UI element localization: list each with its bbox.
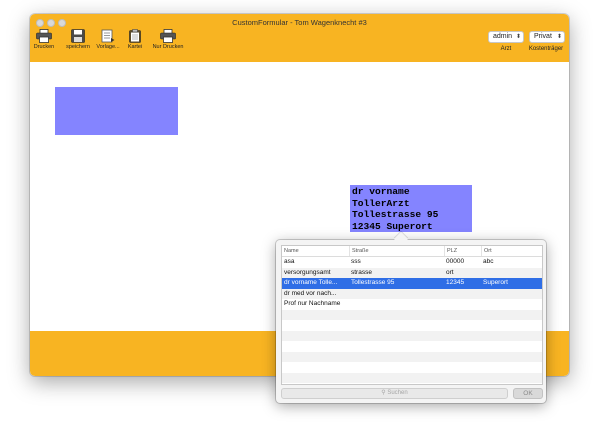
address-line-2: TollerArzt [352, 197, 410, 209]
table-row[interactable] [282, 362, 542, 373]
table-row[interactable] [282, 320, 542, 331]
print-button[interactable]: Drucken [33, 29, 55, 50]
table-body: asa sss 00000 abc versorgungsamt strasse ort dr… [282, 257, 542, 383]
stepper-arrows-icon: ⬍ [556, 34, 562, 40]
cell-plz: ort [446, 268, 454, 276]
cell-plz: 00000 [446, 258, 465, 265]
table-header: Name Straße PLZ Ort [282, 246, 542, 257]
save-disk-icon [71, 29, 85, 43]
table-row[interactable]: dr med vor nach... [282, 288, 542, 299]
template-label: Vorlage... [96, 44, 120, 50]
save-label: speichern [66, 44, 90, 50]
kostentraeger-select[interactable]: Privat ⬍ [529, 31, 565, 43]
cell-plz: 12345 [446, 279, 465, 286]
cell-ort: abc [483, 258, 494, 265]
address-line-1: dr vorname [352, 186, 410, 197]
address-table: Name Straße PLZ Ort asa sss 00000 abc versor… [281, 245, 543, 385]
table-row[interactable] [282, 372, 542, 383]
address-line-4: 12345 Superort [352, 220, 433, 232]
cell-strasse: sss [351, 258, 361, 265]
kostentraeger-label: Kostenträger [528, 46, 564, 52]
template-icon [101, 29, 115, 43]
form-field-box[interactable] [55, 87, 178, 135]
save-button[interactable]: speichern [63, 29, 93, 50]
column-header-plz[interactable]: PLZ [444, 246, 481, 256]
arzt-select[interactable]: admin ⬍ [488, 31, 524, 43]
address-field[interactable]: dr vorname TollerArzt Tollestrasse 95 12… [350, 185, 472, 232]
cell-ort: Superort [483, 279, 508, 286]
cell-name: Prof nur Nachname [284, 300, 341, 307]
table-row[interactable]: dr vorname Tolle... Tollestrasse 95 12345 S… [282, 278, 542, 289]
column-header-strasse[interactable]: Straße [349, 246, 444, 256]
search-placeholder: Suchen [387, 390, 408, 396]
column-header-name[interactable]: Name [282, 246, 349, 256]
cell-name: asa [284, 258, 295, 265]
cell-strasse: strasse [351, 268, 372, 276]
print-label: Drucken [33, 44, 55, 50]
cell-name: versorgungsamt [284, 268, 331, 276]
printer-icon [160, 29, 176, 43]
stepper-arrows-icon: ⬍ [515, 34, 521, 40]
ok-button[interactable]: OK [513, 388, 543, 399]
kartei-label: Kartei [127, 44, 143, 50]
print-only-label: Nur Drucken [152, 44, 184, 50]
toolbar-area: CustomFormular - Tom Wagenknecht #3 Druc… [30, 14, 569, 63]
table-row[interactable] [282, 309, 542, 320]
cell-name: dr vorname Tolle... [284, 279, 338, 286]
table-row[interactable]: asa sss 00000 abc [282, 257, 542, 268]
cell-strasse: Tollestrasse 95 [351, 279, 395, 286]
address-picker-popover: Name Straße PLZ Ort asa sss 00000 abc versor… [276, 231, 546, 403]
column-header-ort[interactable]: Ort [481, 246, 542, 256]
arzt-select-value: admin [493, 33, 513, 40]
table-row[interactable] [282, 351, 542, 362]
table-row[interactable] [282, 341, 542, 352]
print-only-button[interactable]: Nur Drucken [148, 29, 188, 50]
kartei-button[interactable]: Kartei [125, 29, 145, 50]
printer-icon [36, 29, 52, 43]
cell-name: dr med vor nach... [284, 289, 337, 297]
search-field[interactable]: ⚲ Suchen [281, 388, 508, 399]
table-row[interactable]: versorgungsamt strasse ort [282, 267, 542, 278]
window-title: CustomFormular - Tom Wagenknecht #3 [232, 18, 367, 27]
table-row[interactable]: Prof nur Nachname [282, 299, 542, 310]
arzt-label: Arzt [500, 46, 512, 52]
right-edge-strip [561, 62, 569, 357]
kostentraeger-select-value: Privat [534, 33, 552, 40]
template-button[interactable]: Vorlage... [94, 29, 122, 50]
clipboard-icon [129, 29, 141, 43]
table-row[interactable] [282, 330, 542, 341]
address-line-3: Tollestrasse 95 [352, 209, 439, 220]
